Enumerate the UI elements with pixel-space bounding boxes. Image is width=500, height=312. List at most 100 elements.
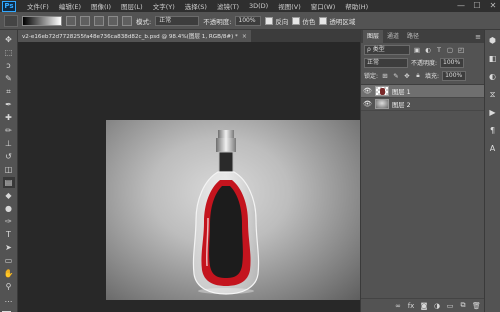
shape-icon[interactable]: ▭	[3, 255, 15, 266]
menu-type[interactable]: 文字(Y)	[148, 1, 180, 11]
hand-icon[interactable]: ✋	[3, 268, 15, 279]
menu-window[interactable]: 窗口(W)	[306, 1, 341, 11]
dither-option[interactable]: 仿色	[292, 16, 315, 26]
visibility-eye-icon[interactable]: 👁︎	[363, 87, 372, 95]
document-canvas[interactable]	[106, 120, 360, 300]
quick-select-icon[interactable]: ✎	[3, 73, 15, 84]
menu-help[interactable]: 帮助(H)	[340, 1, 373, 11]
document-close-button[interactable]: ×	[242, 33, 247, 40]
transparency-option[interactable]: 透明区域	[319, 16, 355, 26]
layer-opacity-input[interactable]: 100%	[440, 57, 465, 68]
adjustment-icon[interactable]: ◑	[433, 302, 441, 310]
character-icon[interactable]: A	[488, 144, 498, 154]
lock-row: 锁定: ⊞ ✎ ✥ 🔒︎ 填充: 100%	[361, 69, 484, 82]
panel-menu-icon[interactable]: ≡	[475, 33, 481, 41]
document-tab-bar: v2-e16eb72d7728255fa48e736ca838d82c_b.ps…	[18, 30, 360, 42]
dither-label: 仿色	[302, 17, 316, 26]
filter-shape-icon[interactable]: ▢	[446, 46, 454, 54]
crop-icon[interactable]: ⌗	[3, 86, 15, 97]
zoom-icon[interactable]: ⚲	[3, 281, 15, 292]
menu-3d[interactable]: 3D(D)	[244, 2, 273, 10]
menu-layer[interactable]: 图层(L)	[116, 1, 148, 11]
lock-position-icon[interactable]: ✥	[403, 72, 411, 80]
layer-row[interactable]: 👁︎ 图层 1	[361, 85, 484, 98]
transparency-checkbox[interactable]	[319, 16, 328, 25]
lasso-icon[interactable]: ↄ	[3, 60, 15, 71]
gradient-icon[interactable]: ▤	[2, 177, 15, 188]
new-layer-icon[interactable]: ⧉	[459, 301, 467, 310]
dither-checkbox[interactable]	[292, 16, 301, 25]
properties-icon[interactable]: ◧	[488, 54, 498, 64]
reflected-gradient-button[interactable]	[108, 15, 118, 26]
menu-view[interactable]: 视图(V)	[273, 1, 306, 11]
trash-icon[interactable]: 🗑︎	[472, 302, 481, 310]
lock-pixels-icon[interactable]: ⊞	[381, 72, 389, 80]
mode-label: 模式:	[136, 17, 152, 26]
pen-icon[interactable]: ✑	[3, 216, 15, 227]
diamond-gradient-button[interactable]	[122, 15, 132, 26]
layer-thumbnail	[375, 86, 389, 96]
link-icon[interactable]: ∞	[394, 302, 402, 310]
linear-gradient-button[interactable]	[66, 15, 76, 26]
3d-cube-icon[interactable]: ⬢	[488, 36, 498, 46]
fx-icon[interactable]: fx	[407, 302, 415, 310]
filter-type-icon[interactable]: T	[435, 46, 443, 54]
stamp-icon[interactable]: ⊥	[3, 138, 15, 149]
lock-label: 锁定:	[364, 73, 379, 80]
dodge-icon[interactable]: ●	[3, 203, 15, 214]
marquee-icon[interactable]: ⬚	[3, 47, 15, 58]
group-icon[interactable]: ▭	[446, 302, 454, 310]
layer-row[interactable]: 👁︎ 图层 2	[361, 98, 484, 111]
mask-icon[interactable]: ◙	[420, 302, 428, 310]
healing-icon[interactable]: ✚	[3, 112, 15, 123]
filter-pixel-icon[interactable]: ▣	[413, 46, 421, 54]
layer-kind-filter[interactable]: ρ 类型	[364, 44, 410, 55]
tab-paths[interactable]: 路径	[403, 30, 423, 43]
filter-adjust-icon[interactable]: ◐	[424, 46, 432, 54]
reverse-option[interactable]: 反向	[265, 16, 288, 26]
history-icon[interactable]: ⧖	[488, 90, 498, 100]
gradient-picker[interactable]	[22, 15, 62, 26]
menu-select[interactable]: 选择(S)	[180, 1, 212, 11]
move-icon[interactable]: ✥	[3, 34, 15, 45]
history-brush-icon[interactable]: ↺	[3, 151, 15, 162]
tab-layers[interactable]: 图层	[363, 30, 384, 43]
close-button[interactable]: ✕	[488, 1, 498, 11]
lock-paint-icon[interactable]: ✎	[392, 72, 400, 80]
type-icon[interactable]: T	[3, 229, 15, 240]
lock-all-icon[interactable]: 🔒︎	[414, 71, 422, 80]
menu-file[interactable]: 文件(F)	[22, 1, 54, 11]
radial-gradient-button[interactable]	[80, 15, 90, 26]
tab-channels[interactable]: 通道	[383, 30, 403, 43]
filter-row: ρ 类型 ▣ ◐ T ▢ ◰	[361, 43, 484, 56]
visibility-eye-icon[interactable]: 👁︎	[363, 100, 372, 108]
eraser-icon[interactable]: ◫	[3, 164, 15, 175]
blend-mode-select[interactable]: 正常	[364, 57, 408, 68]
paragraph-icon[interactable]: ¶	[488, 126, 498, 136]
reverse-checkbox[interactable]	[265, 16, 274, 25]
angle-gradient-button[interactable]	[94, 15, 104, 26]
opacity-label: 不透明度:	[203, 17, 232, 26]
panel-tab-bar: 图层 通道 路径 ≡	[361, 30, 484, 43]
more-tools-icon[interactable]: …	[3, 294, 15, 305]
blur-icon[interactable]: ◆	[3, 190, 15, 201]
fill-input[interactable]: 100%	[442, 70, 467, 81]
minimize-button[interactable]: —	[456, 1, 466, 11]
options-bar: 模式: 正常 不透明度: 100% 反向 仿色 透明区域	[0, 12, 500, 30]
menu-image[interactable]: 图像(I)	[86, 1, 116, 11]
adjustments-icon[interactable]: ◐	[488, 72, 498, 82]
path-select-icon[interactable]: ➤	[3, 242, 15, 253]
mode-select[interactable]: 正常	[155, 15, 200, 26]
filter-smart-icon[interactable]: ◰	[457, 46, 465, 54]
opacity-input[interactable]: 100%	[235, 15, 262, 26]
brush-icon[interactable]: ✏	[3, 125, 15, 136]
actions-icon[interactable]: ▶	[488, 108, 498, 118]
menu-filter[interactable]: 滤镜(T)	[212, 1, 244, 11]
menu-bar: Ps 文件(F) 编辑(E) 图像(I) 图层(L) 文字(Y) 选择(S) 滤…	[0, 0, 500, 12]
tool-preset-picker[interactable]	[4, 14, 18, 27]
maximize-button[interactable]: ☐	[472, 1, 482, 11]
eyedropper-icon[interactable]: ✒	[3, 99, 15, 110]
document-tab[interactable]: v2-e16eb72d7728255fa48e736ca838d82c_b.ps…	[18, 30, 251, 42]
layer-opacity-label: 不透明度:	[411, 60, 438, 67]
menu-edit[interactable]: 编辑(E)	[54, 1, 86, 11]
